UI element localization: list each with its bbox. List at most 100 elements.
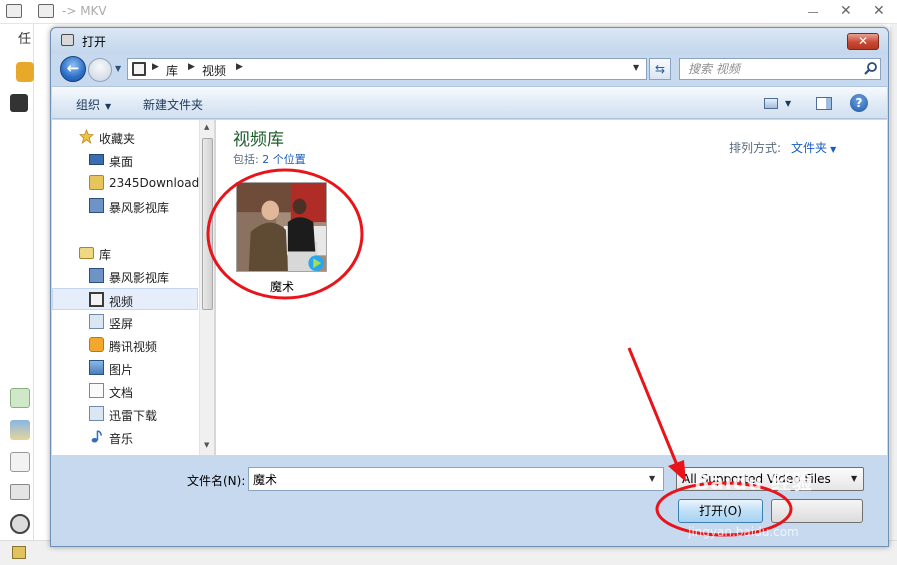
new-folder-button[interactable]: 新建文件夹	[143, 96, 203, 113]
download-icon	[89, 406, 104, 421]
history-dropdown-icon[interactable]: ▼	[115, 64, 121, 73]
background-window-title: -> MKV	[62, 4, 107, 18]
minimize-button[interactable]	[808, 4, 820, 16]
address-dropdown-icon[interactable]: ▼	[633, 63, 639, 72]
forward-button[interactable]	[88, 58, 112, 82]
nav-item-baofeng[interactable]: 暴风影视库	[52, 265, 198, 287]
arrange-value-button[interactable]: 文件夹	[791, 141, 827, 155]
watermark-url: jingyan.baidu.com	[688, 525, 799, 539]
chevron-right-icon[interactable]: ▶	[188, 62, 195, 72]
includes-label: 包括:	[233, 153, 259, 166]
chevron-down-icon: ▼	[105, 102, 112, 111]
music-icon[interactable]	[10, 388, 30, 408]
folder-icon	[89, 175, 104, 190]
nav-label: 暴风影视库	[109, 271, 170, 285]
file-tile[interactable]: 魔术	[235, 182, 329, 298]
folder-icon[interactable]	[16, 62, 34, 82]
back-button[interactable]: ←	[60, 56, 86, 82]
view-dropdown-icon[interactable]: ▼	[785, 99, 791, 108]
arrange-label: 排列方式:	[729, 141, 782, 155]
nav-item-pictures[interactable]: 图片	[52, 357, 198, 379]
command-toolbar: 组织 ▼ 新建文件夹 ▼ ?	[52, 86, 887, 119]
nav-item-documents[interactable]: 文档	[52, 380, 198, 402]
video-library-icon	[89, 198, 104, 213]
search-box[interactable]	[679, 58, 881, 80]
nav-label: 文档	[109, 386, 134, 400]
nav-item-2345download[interactable]: 2345Download	[52, 172, 200, 194]
filetype-dropdown-icon[interactable]: ▼	[851, 474, 857, 483]
background-window-titlebar: -> MKV ✕ ✕	[0, 0, 897, 24]
nav-favorites[interactable]: 收藏夹	[52, 126, 198, 148]
nav-item-vertical[interactable]: 竖屏	[52, 311, 198, 333]
scrollbar-thumb[interactable]	[202, 138, 213, 310]
nav-item-desktop[interactable]: 桌面	[52, 149, 198, 171]
chevron-down-icon[interactable]: ▼	[830, 145, 836, 154]
filename-dropdown-icon[interactable]: ▼	[649, 474, 655, 483]
open-button[interactable]: 打开(O)	[678, 499, 763, 523]
preview-pane-icon[interactable]	[816, 97, 832, 110]
filename-label: 文件名(N):	[187, 474, 246, 488]
dialog-titlebar: 打开 ✕	[51, 28, 888, 54]
document-icon[interactable]	[10, 452, 30, 472]
scroll-up-icon[interactable]: ▲	[204, 123, 209, 131]
nav-label: 迅雷下载	[109, 409, 158, 423]
reel-icon[interactable]	[10, 514, 30, 534]
file-name: 魔术	[269, 280, 294, 294]
nav-label: 库	[99, 248, 112, 262]
nav-scrollbar[interactable]: ▲ ▼	[199, 120, 214, 455]
camera-icon	[38, 4, 54, 18]
nav-label: 视频	[109, 295, 134, 309]
scroll-down-icon[interactable]: ▼	[204, 441, 209, 449]
dialog-close-button[interactable]: ✕	[847, 33, 879, 50]
status-icon	[12, 546, 26, 559]
cancel-button[interactable]	[771, 499, 863, 523]
nav-item-baofeng-fav[interactable]: 暴风影视库	[52, 195, 198, 217]
background-right-edge	[890, 24, 897, 565]
nav-label: 桌面	[109, 155, 134, 169]
film-icon[interactable]	[10, 94, 28, 112]
nav-label: 腾讯视频	[109, 340, 158, 354]
nav-item-video[interactable]: 视频	[52, 288, 198, 310]
breadcrumb-video[interactable]: 视频	[202, 62, 226, 79]
file-list-pane: 视频库 包括: 2 个位置 排列方式: 文件夹 ▼ 魔术	[216, 120, 887, 455]
navigation-pane: 收藏夹 桌面 2345Download 暴风影视库 库 暴风影视库 视频 竖屏 …	[52, 120, 215, 455]
desktop-icon	[89, 154, 104, 165]
nav-label: 图片	[109, 363, 134, 377]
chevron-right-icon[interactable]: ▶	[152, 62, 159, 72]
camera-icon	[61, 34, 74, 46]
sidebar-label: 任	[18, 32, 32, 47]
search-input[interactable]	[680, 59, 860, 79]
search-icon[interactable]	[863, 61, 879, 77]
nav-label: 暴风影视库	[109, 201, 170, 215]
close-icon-secondary[interactable]: ✕	[873, 3, 885, 19]
watermark-logo: Baidu 经验	[694, 470, 814, 494]
nav-label: 音乐	[109, 432, 134, 446]
includes-locations-link[interactable]: 2 个位置	[262, 153, 306, 166]
video-thumbnail	[236, 182, 327, 272]
view-options-icon[interactable]	[764, 98, 778, 109]
document-icon	[89, 383, 104, 398]
refresh-button[interactable]: ⇆	[649, 58, 671, 80]
address-bar[interactable]: ▶ 库 ▶ 视频 ▶ ▼	[127, 58, 647, 80]
breadcrumb-library[interactable]: 库	[166, 62, 178, 79]
organize-label: 组织	[76, 98, 101, 112]
nav-label: 2345Download	[109, 176, 200, 190]
help-icon[interactable]: ?	[850, 94, 868, 112]
tencent-video-icon	[89, 337, 104, 352]
drive-icon[interactable]	[10, 484, 30, 500]
image-icon[interactable]	[10, 420, 30, 440]
library-icon	[89, 314, 104, 329]
app-icon	[6, 4, 22, 18]
library-icon	[79, 247, 94, 259]
nav-item-music[interactable]: 音乐	[52, 426, 198, 448]
filename-combobox[interactable]: ▼	[248, 467, 664, 491]
nav-item-xunlei[interactable]: 迅雷下载	[52, 403, 198, 425]
dialog-title: 打开	[82, 35, 107, 49]
close-icon[interactable]: ✕	[840, 3, 852, 19]
organize-button[interactable]: 组织 ▼	[76, 96, 111, 113]
chevron-right-icon[interactable]: ▶	[236, 62, 243, 72]
nav-item-tencent[interactable]: 腾讯视频	[52, 334, 198, 356]
library-title: 视频库	[233, 130, 284, 150]
nav-libraries[interactable]: 库	[52, 242, 198, 264]
filename-input[interactable]	[249, 468, 644, 490]
